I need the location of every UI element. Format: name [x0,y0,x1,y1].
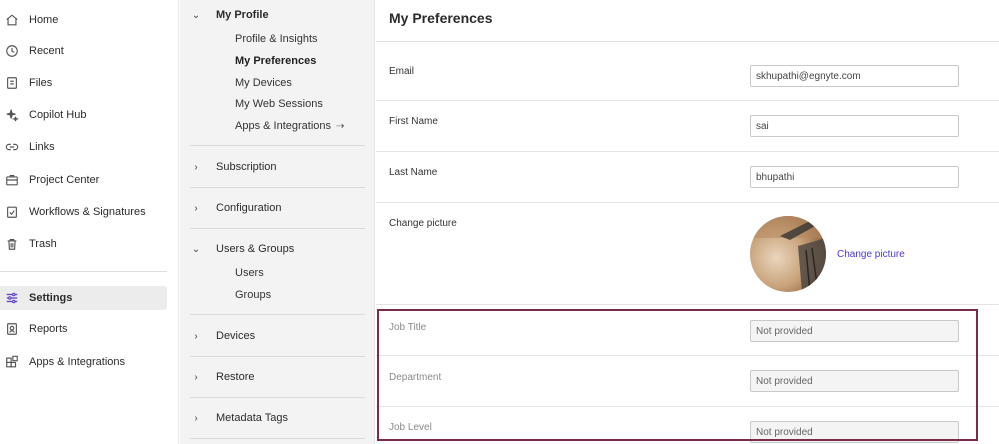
nav-item-workflows[interactable]: Workflows & Signatures [0,200,167,224]
section-label: Users & Groups [216,243,295,255]
settings-item-groups[interactable]: Groups [235,289,271,301]
section-label: My Profile [216,9,269,21]
section-label: Metadata Tags [216,412,288,424]
chevron-right-icon: › [194,412,198,424]
settings-item-apps-integrations[interactable]: Apps & Integrations ⇢ [235,120,344,132]
sub-label: Apps & Integrations [235,120,332,132]
section-divider [190,187,365,188]
clock-icon [4,43,20,59]
job-level-label: Job Level [389,422,432,433]
file-icon [4,75,20,91]
settings-section-metadata-tags[interactable]: › Metadata Tags [190,411,364,425]
last-name-field[interactable]: bhupathi [750,166,959,188]
section-label: Configuration [216,202,282,214]
settings-menu: ⌄ My Profile Profile & Insights My Prefe… [180,0,375,444]
job-title-row: Job Title Not provided [376,305,999,356]
nav-label: Links [29,141,55,153]
department-row: Department Not provided [376,356,999,407]
section-divider [190,356,365,357]
first-name-label: First Name [389,116,438,127]
first-name-row: First Name sai [376,101,999,152]
sparkle-icon [4,107,20,123]
nav-item-copilot-hub[interactable]: Copilot Hub [0,103,167,127]
apps-icon [4,354,20,370]
nav-label: Project Center [29,174,100,186]
nav-item-reports[interactable]: Reports [0,317,167,341]
nav-item-trash[interactable]: Trash [0,232,167,256]
email-row: Email skhupathi@egnyte.com [376,42,999,101]
settings-section-restore[interactable]: › Restore [190,370,364,384]
nav-item-links[interactable]: Links [0,135,167,159]
nav-item-project-center[interactable]: Project Center [0,168,167,192]
nav-label: Apps & Integrations [29,356,126,368]
home-icon [4,12,20,28]
nav-item-apps-integrations[interactable]: Apps & Integrations [0,350,167,374]
nav-label: Settings [29,292,73,304]
nav-item-files[interactable]: Files [0,71,167,95]
link-icon [4,139,20,155]
external-link-icon: ⇢ [336,121,345,132]
clipboard-check-icon [4,204,20,220]
job-level-row: Job Level Not provided [376,407,999,444]
last-name-row: Last Name bhupathi [376,152,999,203]
trash-icon [4,236,20,252]
section-divider [190,314,365,315]
last-name-label: Last Name [389,167,438,178]
nav-item-settings[interactable]: Settings [0,286,167,310]
email-field[interactable]: skhupathi@egnyte.com [750,65,959,87]
settings-item-my-preferences[interactable]: My Preferences [235,55,316,67]
profile-photo [750,216,826,292]
settings-section-devices[interactable]: › Devices [190,329,364,343]
settings-item-profile-insights[interactable]: Profile & Insights [235,33,318,45]
briefcase-icon [4,172,20,188]
chevron-right-icon: › [194,330,198,342]
chevron-right-icon: › [194,371,198,383]
nav-item-recent[interactable]: Recent [0,39,167,63]
department-label: Department [389,372,442,383]
email-label: Email [389,66,415,77]
section-divider [190,228,365,229]
job-title-label: Job Title [389,322,427,333]
section-divider [190,397,365,398]
nav-label: Recent [29,45,64,57]
job-level-field: Not provided [750,421,959,443]
settings-section-subscription[interactable]: › Subscription [190,160,364,174]
section-divider [190,145,365,146]
report-icon [4,321,20,337]
settings-section-configuration[interactable]: › Configuration [190,201,364,215]
settings-item-my-web-sessions[interactable]: My Web Sessions [235,98,323,110]
chevron-right-icon: › [194,202,198,214]
nav-label: Reports [29,323,68,335]
chevron-down-icon: ⌄ [191,9,201,21]
job-title-field: Not provided [750,320,959,342]
nav-label: Copilot Hub [29,109,87,121]
chevron-down-icon: ⌄ [191,243,201,255]
change-picture-link[interactable]: Change picture [837,249,905,260]
section-divider [190,438,365,439]
nav-divider [0,271,167,272]
department-field: Not provided [750,370,959,392]
first-name-field[interactable]: sai [750,115,959,137]
nav-label: Trash [29,238,57,250]
page-title: My Preferences [389,10,493,26]
nav-item-home[interactable]: Home [0,8,167,32]
picture-row: Change picture [376,203,999,305]
chevron-right-icon: › [194,161,198,173]
settings-section-my-profile[interactable]: ⌄ My Profile [190,8,364,22]
nav-label: Workflows & Signatures [29,206,146,218]
change-picture-label: Change picture [389,218,457,229]
settings-section-users-groups[interactable]: ⌄ Users & Groups [190,242,364,256]
sliders-icon [4,290,20,306]
nav-label: Home [29,14,59,26]
preferences-panel: My Preferences Email skhupathi@egnyte.co… [376,0,999,444]
settings-item-users[interactable]: Users [235,267,264,279]
section-label: Devices [216,330,256,342]
section-label: Restore [216,371,255,383]
nav-label: Files [29,77,53,89]
primary-nav: Home Recent Files Copilot Hub Links Proj… [0,0,179,444]
section-label: Subscription [216,161,277,173]
avatar [750,216,826,292]
settings-item-my-devices[interactable]: My Devices [235,77,292,89]
